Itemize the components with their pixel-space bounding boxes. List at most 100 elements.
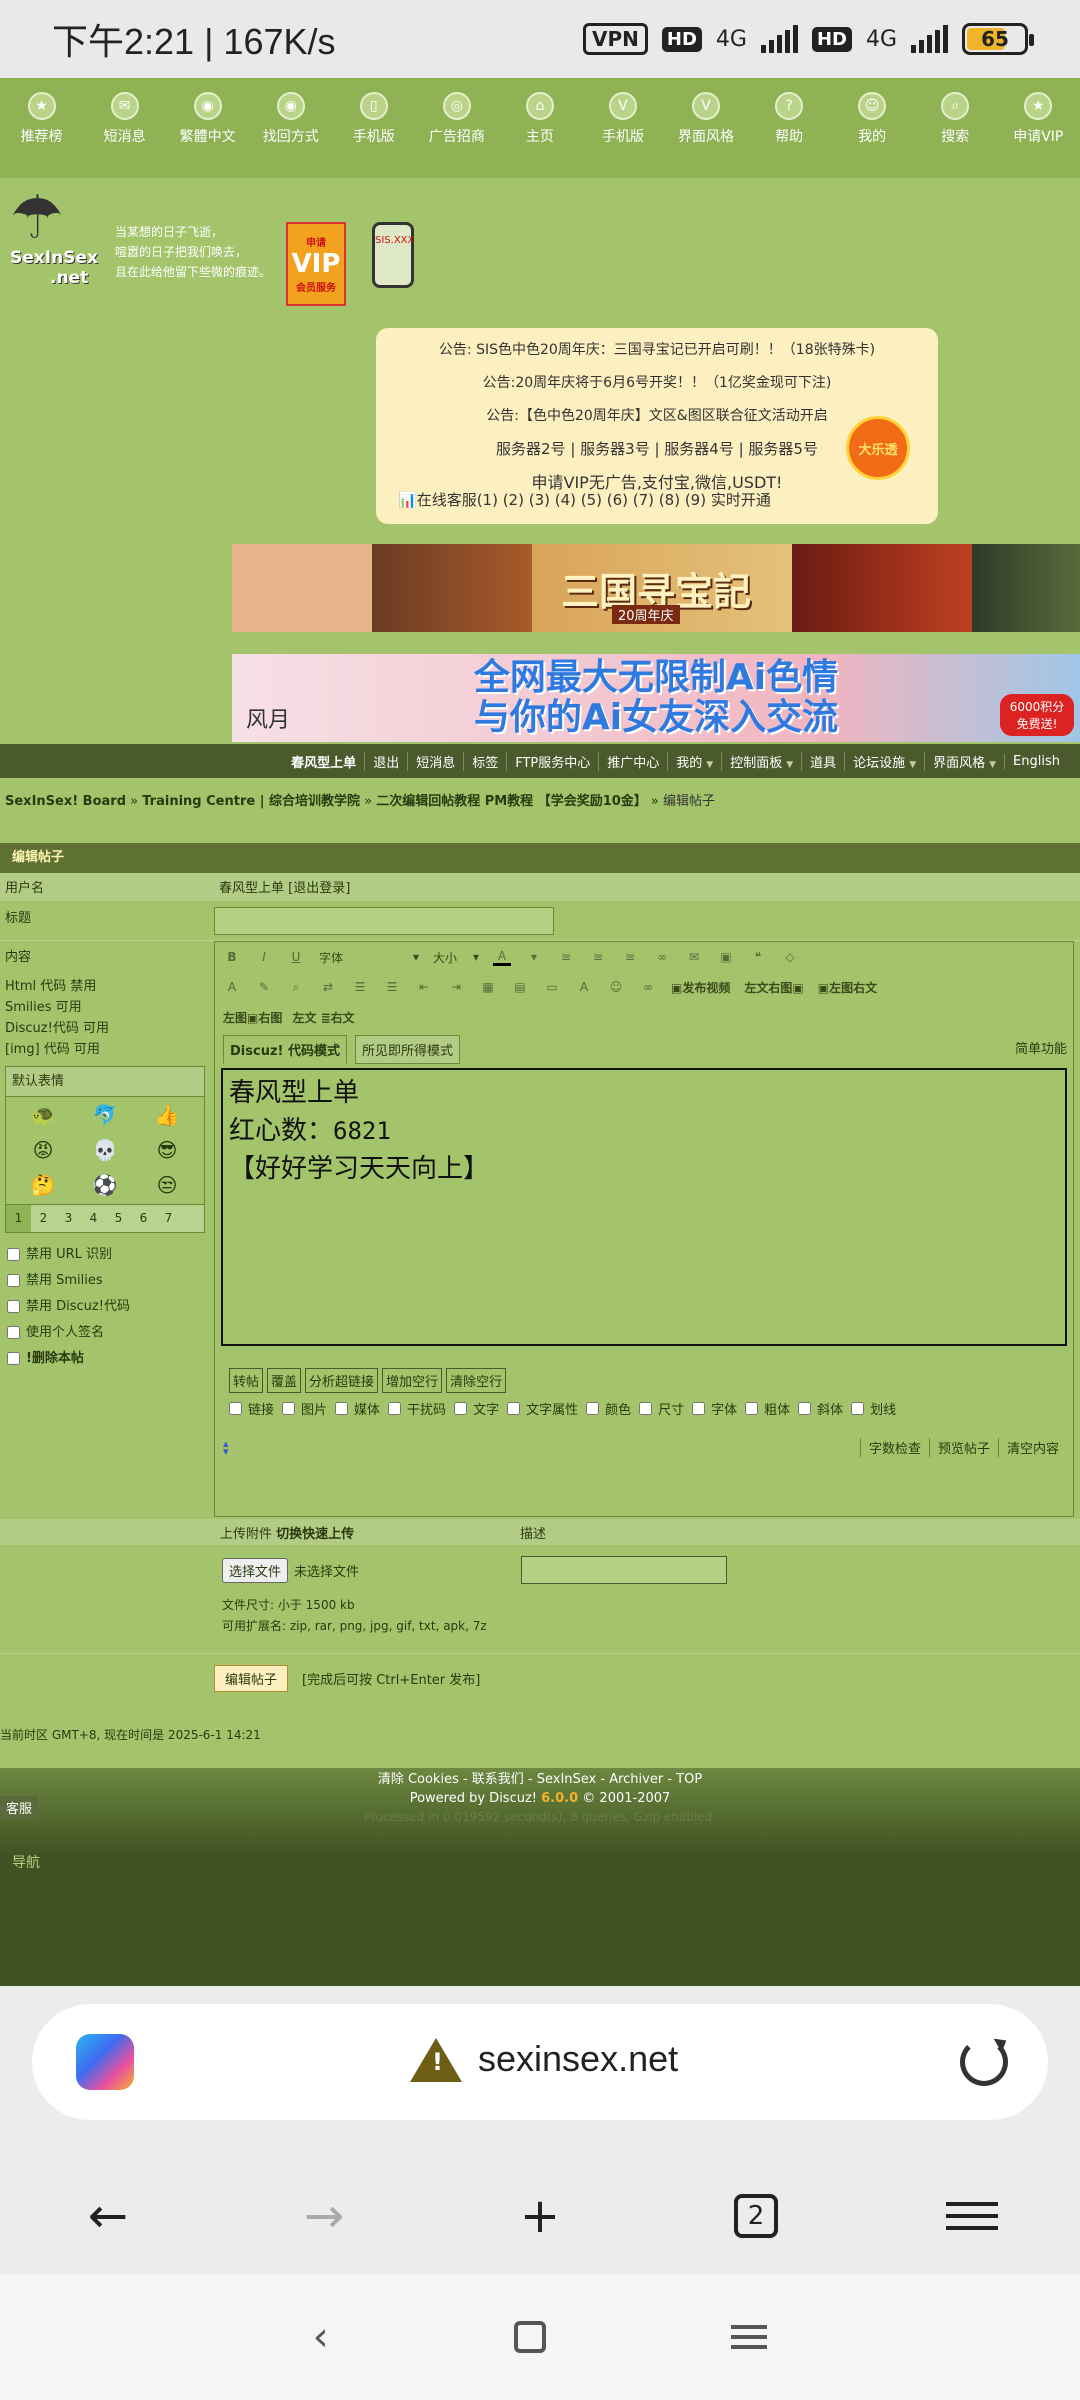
- tab-discuz-code[interactable]: Discuz! 代码模式: [223, 1035, 347, 1064]
- footer-link-line[interactable]: 清除 Cookies - 联系我们 - SexInSex - Archiver …: [0, 1770, 1080, 1789]
- code-icon[interactable]: ◇: [781, 950, 799, 964]
- notice-line[interactable]: 公告: SIS色中色20周年庆：三国寻宝记已开启可刷！！（18张特殊卡): [376, 334, 938, 367]
- reload-icon[interactable]: [960, 2038, 1008, 2086]
- system-back-icon[interactable]: ‹: [313, 2314, 329, 2360]
- align-center-icon[interactable]: ≡: [589, 950, 607, 964]
- post-content-textarea[interactable]: 春风型上单 红心数：6821 【好好学习天天向上】: [221, 1068, 1067, 1346]
- user-menu-item[interactable]: FTP服务中心: [506, 751, 598, 771]
- smilies-page[interactable]: 3: [56, 1205, 81, 1232]
- indent-icon[interactable]: ⇥: [447, 980, 465, 994]
- operation-button[interactable]: 转帖: [229, 1368, 264, 1393]
- filter-option[interactable]: 颜色: [586, 1399, 631, 1418]
- option-checkbox[interactable]: [7, 1273, 20, 1287]
- user-menu-item[interactable]: 界面风格 ▼: [924, 751, 1004, 771]
- smiley-icon[interactable]: 😒: [136, 1175, 198, 1196]
- option-checkbox[interactable]: [7, 1247, 20, 1261]
- filter-checkbox[interactable]: [507, 1402, 521, 1415]
- filter-option[interactable]: 图片: [282, 1399, 327, 1418]
- quote-icon[interactable]: ❝: [749, 950, 767, 964]
- top-nav-item[interactable]: ★ 申请VIP: [1004, 92, 1072, 146]
- tab-wysiwyg[interactable]: 所见即所得模式: [354, 1035, 460, 1064]
- notice-line[interactable]: 公告:20周年庆将于6月6号开奖！！（1亿奖金现可下注): [376, 367, 938, 400]
- user-menu-item[interactable]: 退出: [364, 751, 407, 771]
- copilot-icon[interactable]: [76, 2034, 134, 2090]
- navigation-link[interactable]: 导航: [12, 1852, 40, 1872]
- align-right-icon[interactable]: ≡: [621, 950, 639, 964]
- support-button[interactable]: 客服: [0, 1796, 39, 1819]
- smiley-icon[interactable]: 🐢: [12, 1105, 74, 1126]
- publish-video-button[interactable]: ▣发布视频: [671, 979, 730, 996]
- filter-option[interactable]: 文字: [454, 1399, 499, 1418]
- breadcrumb-board[interactable]: SexInSex! Board: [5, 794, 126, 809]
- unordered-list-icon[interactable]: ☰: [383, 980, 401, 994]
- menu-icon[interactable]: [942, 2186, 1002, 2246]
- top-nav-item[interactable]: ? 帮助: [755, 92, 823, 146]
- smiley-icon[interactable]: 🐬: [74, 1105, 136, 1126]
- top-nav-item[interactable]: ✉ 短消息: [91, 92, 159, 146]
- user-menu-item[interactable]: 春风型上单: [283, 752, 364, 771]
- top-nav-item[interactable]: V 手机版: [589, 92, 657, 146]
- user-menu-item[interactable]: 控制面板 ▼: [721, 751, 801, 771]
- filter-option[interactable]: 文字属性: [507, 1399, 578, 1418]
- top-nav-item[interactable]: ◎ 广告招商: [423, 92, 491, 146]
- size-select[interactable]: 大小 ▾: [433, 947, 479, 967]
- smiley-icon[interactable]: ⚽: [74, 1175, 136, 1196]
- username-value[interactable]: 春风型上单 [退出登录]: [214, 873, 1080, 900]
- smiley-icon[interactable]: 😡: [12, 1140, 74, 1161]
- top-nav-item[interactable]: ☺ 我的: [838, 92, 906, 146]
- operation-button[interactable]: 分析超链接: [305, 1368, 379, 1393]
- simple-mode-link[interactable]: 简单功能: [1015, 1038, 1067, 1057]
- back-icon[interactable]: ←: [78, 2186, 138, 2246]
- filter-checkbox[interactable]: [229, 1402, 242, 1415]
- operation-button[interactable]: 清除空行: [446, 1368, 507, 1393]
- smilies-page[interactable]: 4: [81, 1205, 106, 1232]
- image-icon[interactable]: ▣: [717, 950, 735, 964]
- url-text[interactable]: sexinsex.net: [478, 2038, 678, 2080]
- underline-icon[interactable]: U: [287, 950, 305, 964]
- user-menu-item[interactable]: 标签: [463, 751, 506, 771]
- description-input[interactable]: [521, 1556, 727, 1584]
- editor-action-button[interactable]: 字数检查: [859, 1438, 929, 1457]
- option-checkbox[interactable]: [7, 1325, 20, 1339]
- option-checkbox[interactable]: [7, 1299, 20, 1313]
- text-left-image-right-button[interactable]: 左文右图▣: [744, 979, 803, 996]
- filter-option[interactable]: 干扰码: [388, 1399, 446, 1418]
- table-icon[interactable]: ▦: [479, 980, 497, 994]
- filter-checkbox[interactable]: [639, 1402, 653, 1415]
- align-left-icon[interactable]: ≡: [557, 950, 575, 964]
- smiley-icon[interactable]: 💀: [74, 1140, 136, 1161]
- treasure-banner[interactable]: 三国寻宝記 20周年庆: [232, 544, 1080, 632]
- filter-checkbox[interactable]: [851, 1402, 865, 1415]
- filter-option[interactable]: 链接: [229, 1399, 274, 1418]
- smiley-icon[interactable]: 👍: [136, 1105, 198, 1126]
- top-nav-item[interactable]: V 界面风格: [672, 92, 740, 146]
- system-recents-icon[interactable]: [731, 2319, 768, 2355]
- ordered-list-icon[interactable]: ☰: [351, 980, 369, 994]
- top-nav-item[interactable]: ⌕ 搜索: [921, 92, 989, 146]
- image-left-button[interactable]: 左图▣右图: [223, 1009, 282, 1026]
- hide-icon[interactable]: ∞: [639, 980, 657, 994]
- font-icon[interactable]: A: [575, 980, 593, 994]
- smilies-page[interactable]: 6: [131, 1205, 156, 1232]
- smiley-icon[interactable]: 🤔: [12, 1175, 74, 1196]
- new-tab-icon[interactable]: +: [510, 2186, 570, 2246]
- resize-handle-icon[interactable]: ▴ ▾: [223, 1438, 229, 1457]
- filter-checkbox[interactable]: [692, 1402, 706, 1415]
- text-color-icon[interactable]: A: [493, 949, 511, 966]
- choose-file-button[interactable]: 选择文件: [222, 1557, 289, 1583]
- operation-button[interactable]: 覆盖: [267, 1368, 302, 1393]
- filter-option[interactable]: 斜体: [798, 1399, 843, 1418]
- operation-button[interactable]: 增加空行: [382, 1368, 443, 1393]
- italic-icon[interactable]: I: [255, 950, 273, 964]
- bold-icon[interactable]: B: [223, 950, 241, 964]
- ai-banner[interactable]: 全网最大无限制Ai色情 与你的Ai女友深入交流 风月 6000积分 免费送!: [232, 654, 1080, 742]
- filter-checkbox[interactable]: [745, 1402, 759, 1415]
- warning-icon[interactable]: [410, 2038, 462, 2082]
- online-support-links[interactable]: 📊在线客服(1) (2) (3) (4) (5) (6) (7) (8) (9)…: [398, 489, 771, 510]
- filter-option[interactable]: 划线: [851, 1399, 896, 1418]
- font-select[interactable]: 字体 ▾: [319, 947, 419, 967]
- clear-format-icon[interactable]: A: [223, 980, 241, 994]
- top-nav-item[interactable]: ◉ 找回方式: [257, 92, 325, 146]
- filter-checkbox[interactable]: [388, 1402, 402, 1415]
- filter-checkbox[interactable]: [798, 1402, 812, 1415]
